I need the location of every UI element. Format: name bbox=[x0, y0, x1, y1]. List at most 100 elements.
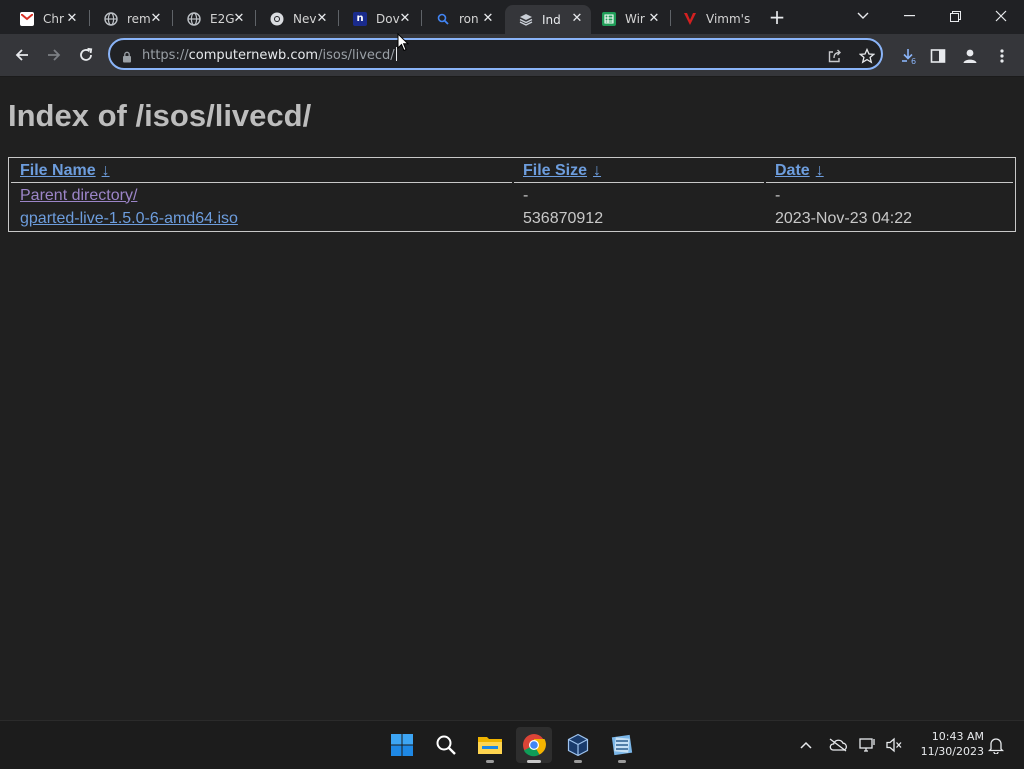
windows-taskbar: 10:43 AM 11/30/2023 bbox=[0, 720, 1024, 769]
n-logo-icon: n bbox=[353, 11, 367, 26]
url-scheme: https:// bbox=[142, 48, 189, 63]
table-row: gparted-live-1.5.0-6-amd64.iso 536870912… bbox=[11, 208, 1013, 229]
side-panel-button[interactable] bbox=[926, 44, 950, 68]
restore-icon bbox=[949, 10, 961, 22]
close-window-button[interactable] bbox=[978, 3, 1024, 29]
minimize-icon bbox=[903, 15, 915, 17]
vimm-icon bbox=[683, 12, 697, 26]
taskbar-winrar[interactable] bbox=[604, 727, 640, 763]
sort-by-date-link[interactable]: Date bbox=[775, 162, 810, 179]
file-name-cell: Parent directory/ bbox=[11, 185, 512, 206]
cloud-offline-icon bbox=[829, 738, 847, 752]
tab-strip: Chr ✕ rem ✕ E2G ✕ Nev ✕ n Dov ✕ ron ✕ In… bbox=[0, 0, 1024, 34]
download-count: 6 bbox=[911, 57, 917, 66]
parent-directory-link[interactable]: Parent directory/ bbox=[20, 187, 137, 204]
volume-tray[interactable] bbox=[884, 735, 904, 755]
sort-arrow-icon[interactable]: ↓ bbox=[816, 162, 824, 179]
clock-date: 11/30/2023 bbox=[920, 745, 984, 758]
show-hidden-icons-button[interactable] bbox=[796, 735, 816, 755]
gmail-icon bbox=[20, 11, 34, 26]
profile-button[interactable] bbox=[958, 44, 982, 68]
forward-button[interactable] bbox=[40, 41, 68, 69]
tab-search-button[interactable] bbox=[840, 3, 886, 29]
file-date-cell: 2023-Nov-23 04:22 bbox=[775, 209, 912, 227]
tab-7-active[interactable]: Ind ✕ bbox=[505, 5, 591, 34]
minimize-button[interactable] bbox=[886, 3, 932, 29]
tab-8[interactable]: Wir ✕ bbox=[582, 5, 668, 32]
virtualbox-icon bbox=[567, 733, 589, 757]
iso-file-link[interactable]: gparted-live-1.5.0-6-amd64.iso bbox=[20, 210, 238, 227]
sort-arrow-icon[interactable]: ↓ bbox=[593, 162, 601, 179]
search-icon bbox=[436, 12, 450, 26]
notifications-button[interactable] bbox=[986, 735, 1006, 755]
column-header-date: Date ↓ bbox=[766, 160, 1013, 183]
tab-2[interactable]: rem ✕ bbox=[84, 5, 170, 32]
url-text[interactable]: https://computernewb.com/isos/livecd/ bbox=[142, 47, 397, 63]
close-tab-icon[interactable]: ✕ bbox=[397, 10, 413, 26]
reload-icon bbox=[80, 47, 93, 61]
globe-icon bbox=[187, 11, 201, 26]
tab-label: Vimm's bbox=[706, 11, 750, 26]
back-button[interactable] bbox=[8, 41, 36, 69]
mouse-cursor-icon bbox=[397, 33, 409, 52]
more-vertical-icon bbox=[1000, 49, 1004, 63]
arrow-right-icon bbox=[48, 49, 61, 61]
search-icon bbox=[436, 735, 456, 755]
new-tab-button[interactable]: + bbox=[765, 5, 789, 29]
bell-icon bbox=[988, 738, 1004, 754]
taskbar-chrome[interactable] bbox=[516, 727, 552, 763]
browser-toolbar: https://computernewb.com/isos/livecd/ 6 bbox=[0, 34, 1024, 77]
network-icon bbox=[859, 738, 875, 752]
menu-button[interactable] bbox=[990, 44, 1014, 68]
chrome-icon bbox=[523, 734, 546, 757]
address-bar[interactable]: https://computernewb.com/isos/livecd/ bbox=[108, 38, 883, 70]
taskbar-virtualbox[interactable] bbox=[560, 727, 596, 763]
column-header-name: File Name ↓ bbox=[11, 160, 512, 183]
reload-button[interactable] bbox=[72, 41, 100, 69]
close-tab-icon[interactable]: ✕ bbox=[646, 10, 662, 26]
share-icon[interactable] bbox=[826, 47, 844, 65]
site-icon bbox=[519, 13, 533, 27]
bookmark-star-icon[interactable] bbox=[858, 47, 876, 65]
speaker-muted-icon bbox=[886, 737, 902, 753]
file-size-cell: - bbox=[523, 186, 529, 204]
onedrive-tray[interactable] bbox=[828, 735, 848, 755]
table-header-row: File Name ↓ File Size ↓ Date ↓ bbox=[11, 160, 1013, 183]
lock-icon bbox=[122, 48, 132, 67]
tab-9[interactable]: Vimm's bbox=[663, 5, 763, 32]
restore-button[interactable] bbox=[932, 3, 978, 29]
tab-label: Ind bbox=[542, 12, 561, 27]
close-tab-icon[interactable]: ✕ bbox=[148, 10, 164, 26]
clock-time: 10:43 AM bbox=[931, 730, 984, 743]
tab-6[interactable]: ron ✕ bbox=[416, 5, 502, 32]
system-clock[interactable]: 10:43 AM 11/30/2023 bbox=[912, 729, 984, 759]
taskbar-file-explorer[interactable] bbox=[472, 727, 508, 763]
close-tab-icon[interactable]: ✕ bbox=[64, 10, 80, 26]
tab-4[interactable]: Nev ✕ bbox=[250, 5, 336, 32]
table-row: Parent directory/ - - bbox=[11, 185, 1013, 206]
file-explorer-icon bbox=[478, 737, 502, 754]
directory-listing-table: File Name ↓ File Size ↓ Date ↓ Parent direc… bbox=[8, 157, 1016, 232]
chevron-down-icon bbox=[857, 12, 869, 19]
arrow-left-icon bbox=[15, 49, 28, 61]
chrome-icon bbox=[270, 12, 284, 26]
sort-arrow-icon[interactable]: ↓ bbox=[102, 162, 110, 179]
page-title: Index of /isos/livecd/ bbox=[8, 98, 312, 133]
sort-by-size-link[interactable]: File Size bbox=[523, 162, 587, 179]
close-tab-icon[interactable]: ✕ bbox=[231, 10, 247, 26]
file-name-cell: gparted-live-1.5.0-6-amd64.iso bbox=[11, 208, 512, 229]
tab-3[interactable]: E2G ✕ bbox=[167, 5, 253, 32]
column-header-size: File Size ↓ bbox=[514, 160, 764, 183]
close-tab-icon[interactable]: ✕ bbox=[480, 10, 496, 26]
tab-5[interactable]: n Dov ✕ bbox=[333, 5, 419, 32]
winrar-icon bbox=[611, 734, 633, 756]
start-button[interactable] bbox=[384, 727, 420, 763]
taskbar-search-button[interactable] bbox=[428, 727, 464, 763]
close-tab-icon[interactable]: ✕ bbox=[314, 10, 330, 26]
tab-1[interactable]: Chr ✕ bbox=[0, 5, 86, 32]
downloads-button[interactable]: 6 bbox=[896, 44, 920, 68]
profile-icon bbox=[963, 49, 977, 63]
network-tray[interactable] bbox=[858, 735, 878, 755]
sort-by-name-link[interactable]: File Name bbox=[20, 162, 96, 179]
url-path: /isos/livecd/ bbox=[318, 48, 395, 63]
